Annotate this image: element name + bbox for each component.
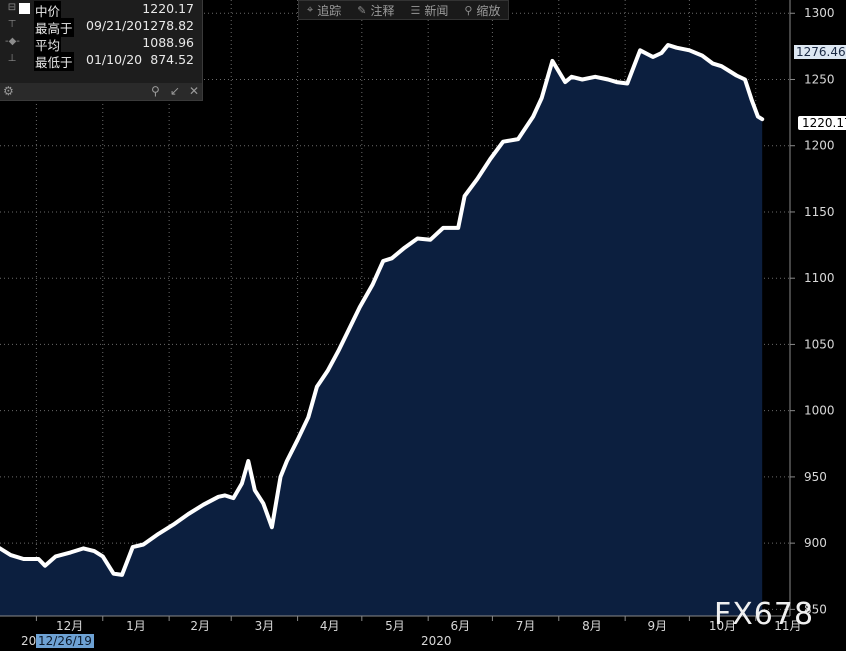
x-tick-label: 1月 — [126, 619, 146, 633]
gear-icon[interactable]: ⚙ — [3, 84, 14, 98]
y-tick-label: 1250 — [804, 72, 835, 86]
news-label: 新闻 — [424, 3, 449, 18]
max-price-tag: 1276.46 — [794, 45, 846, 59]
legend-low-row: ⊥ 最低于 01/10/20 874.52 — [0, 51, 202, 71]
last-price-tag: 1220.17 — [798, 116, 846, 130]
legend-panel: ⊟ 中价 1220.17 ⊤ 最高于 09/21/20 1278.82 -◆- … — [0, 0, 203, 101]
x-tick-label: 6月 — [450, 619, 470, 633]
year-label-left: 20 — [21, 634, 37, 648]
annotate-label: 注释 — [370, 3, 395, 18]
y-tick-label: 1200 — [804, 139, 835, 153]
series-area-fill — [0, 45, 763, 616]
x-tick-label: 12月 — [56, 619, 83, 633]
zoom-icon: ⚲ — [464, 3, 473, 17]
legend-high-value: 1278.82 — [142, 18, 194, 33]
start-date-tag: 12/26/19 — [36, 634, 94, 648]
y-tick-label: 950 — [804, 470, 827, 484]
legend-high-row: ⊤ 最高于 09/21/20 1278.82 — [0, 17, 202, 37]
pin-icon[interactable]: ⚲ — [151, 84, 160, 98]
news-icon: ☰ — [410, 3, 421, 17]
x-tick-label: 2月 — [190, 619, 210, 633]
average-marker-icon: -◆- — [5, 36, 20, 47]
y-tick-label: 1300 — [804, 6, 835, 20]
track-label: 追踪 — [317, 3, 342, 18]
x-tick-label: 8月 — [582, 619, 602, 633]
legend-low-label: 最低于 — [34, 52, 74, 71]
zoom-label: 缩放 — [476, 3, 501, 18]
y-tick-label: 1100 — [804, 271, 835, 285]
y-tick-label: 1000 — [804, 404, 835, 418]
legend-series-row[interactable]: ⊟ 中价 1220.17 — [0, 0, 202, 20]
pencil-icon: ✎ — [357, 3, 367, 17]
y-tick-label: 1050 — [804, 337, 835, 351]
news-button[interactable]: ☰ 新闻 — [402, 1, 456, 19]
legend-last-value: 1220.17 — [142, 1, 194, 16]
collapse-arrow-icon[interactable]: ↙ — [170, 84, 180, 98]
legend-toolbar: ⚙ ⚲ ↙ ✕ — [0, 83, 202, 100]
zoom-button[interactable]: ⚲ 缩放 — [456, 1, 508, 19]
high-marker-icon: ⊤ — [7, 19, 17, 30]
crosshair-icon: ⌖ — [307, 3, 314, 16]
x-axis-ticks: 12月 1月 2月 3月 4月 5月 6月 7月 8月 9月 10月 11月 — [35, 616, 801, 633]
chart-toolbar: ⌖ 追踪 ✎ 注释 ☰ 新闻 ⚲ 缩放 — [298, 0, 510, 20]
year-label-center: 2020 — [421, 634, 452, 648]
collapse-icon[interactable]: ⊟ — [5, 2, 19, 13]
close-icon[interactable]: ✕ — [189, 84, 199, 98]
series-swatch[interactable] — [19, 3, 30, 14]
x-tick-label: 3月 — [255, 619, 275, 633]
legend-low-value: 874.52 — [150, 52, 194, 67]
legend-avg-value: 1088.96 — [142, 35, 194, 50]
x-tick-label: 4月 — [320, 619, 340, 633]
x-tick-label: 5月 — [385, 619, 405, 633]
y-tick-label: 1150 — [804, 205, 835, 219]
legend-low-date: 01/10/20 — [86, 52, 143, 67]
watermark: FX678 — [714, 597, 815, 632]
legend-high-date: 09/21/20 — [86, 18, 143, 33]
legend-avg-row: -◆- 平均 1088.96 — [0, 34, 202, 54]
low-marker-icon: ⊥ — [7, 53, 17, 64]
annotate-button[interactable]: ✎ 注释 — [349, 1, 402, 19]
y-axis-ticks: 8509009501000105011001150120012501300 — [790, 6, 835, 616]
track-button[interactable]: ⌖ 追踪 — [299, 1, 349, 19]
y-tick-label: 900 — [804, 536, 827, 550]
x-tick-label: 7月 — [516, 619, 536, 633]
x-tick-label: 9月 — [647, 619, 667, 633]
